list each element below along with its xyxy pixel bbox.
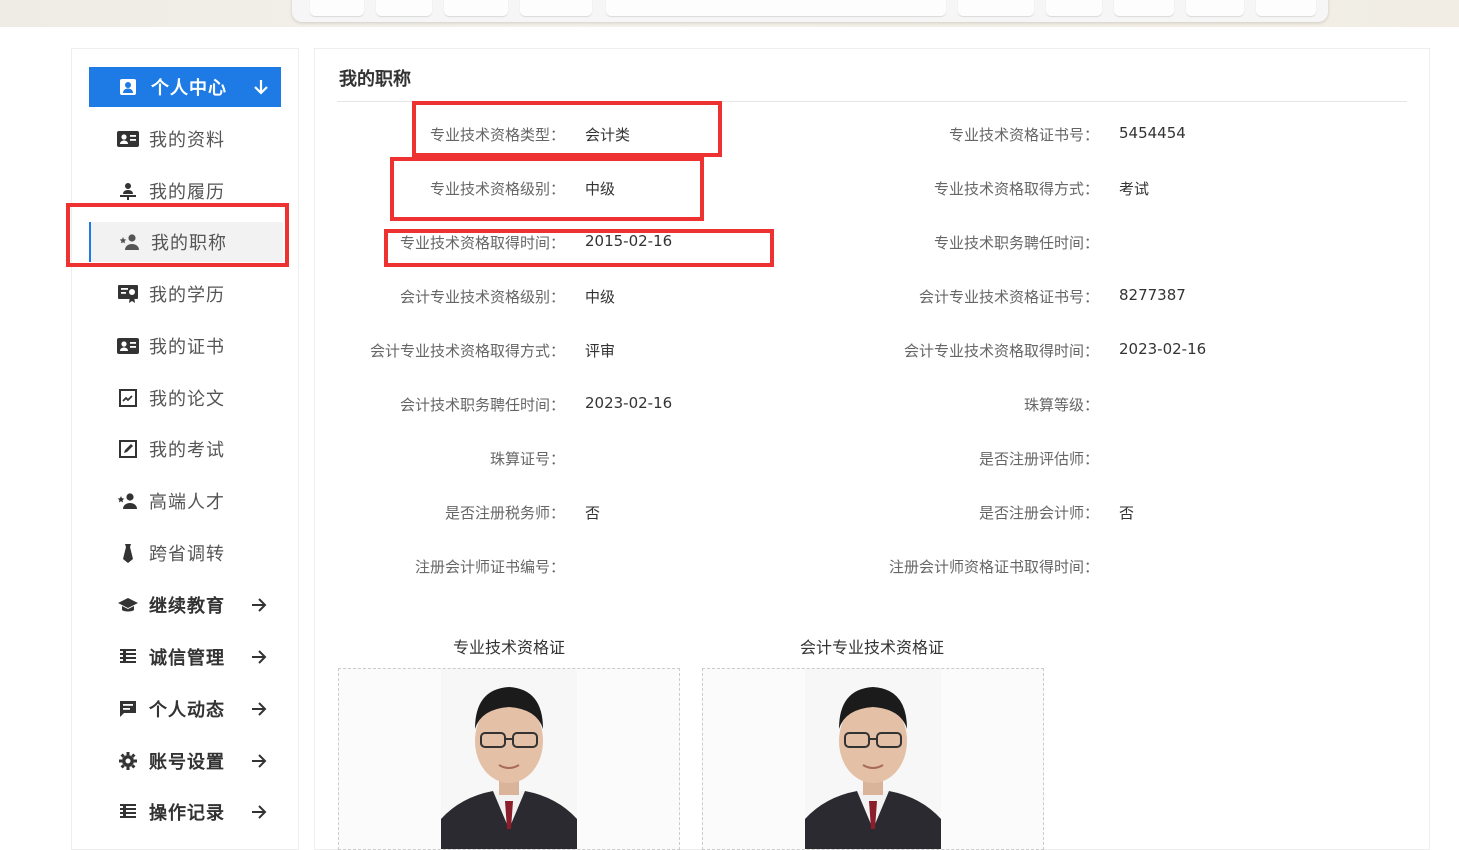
- field-value: 8277387: [1119, 286, 1186, 304]
- field-label: 注册会计师资格证书取得时间：: [888, 558, 1099, 576]
- certificate-title: 专业技术资格证: [452, 638, 565, 657]
- field-label: 珠算证号：: [489, 450, 565, 468]
- field-row: 珠算证号： 是否注册评估师：: [315, 448, 1429, 472]
- graduation-cap-icon: [117, 595, 139, 615]
- arrow-right-icon: [252, 754, 267, 768]
- field-label: 是否注册税务师：: [444, 504, 565, 522]
- certificate-title: 会计专业技术资格证: [799, 638, 944, 657]
- field-value: 2023-02-16: [585, 394, 673, 412]
- gear-icon: [117, 751, 139, 771]
- id-card-icon: [117, 336, 139, 356]
- field-label: 会计专业技术资格取得方式：: [369, 342, 565, 360]
- keyboard-image: [292, 0, 1328, 22]
- field-label: 会计技术职务聘任时间：: [399, 396, 565, 414]
- person-star-icon: [117, 491, 139, 511]
- field-value: 否: [585, 504, 601, 522]
- field-label: 会计专业技术资格级别：: [399, 288, 565, 306]
- field-value: 2023-02-16: [1119, 340, 1207, 358]
- field-label: 会计专业技术资格取得时间：: [903, 342, 1099, 360]
- edit-square-icon: [117, 439, 139, 459]
- field-value: 5454454: [1119, 124, 1186, 142]
- highlight-box: [412, 101, 722, 157]
- field-row: 会计专业技术资格级别： 中级 会计专业技术资格证书号： 8277387: [315, 286, 1429, 310]
- sidebar-item-my-profile[interactable]: 我的资料: [89, 119, 281, 159]
- document-chart-icon: [117, 388, 139, 408]
- sidebar-item-operation-log[interactable]: 操作记录: [89, 792, 281, 832]
- sidebar-item-label: 我的资料: [149, 130, 225, 151]
- person-podium-icon: [117, 181, 139, 201]
- field-row: 是否注册税务师： 否 是否注册会计师： 否: [315, 502, 1429, 526]
- sidebar-item-my-papers[interactable]: 我的论文: [89, 378, 281, 418]
- field-label: 注册会计师证书编号：: [414, 558, 565, 576]
- field-label: 是否注册评估师：: [978, 450, 1099, 468]
- field-row: 会计专业技术资格取得方式： 评审 会计专业技术资格取得时间： 2023-02-1…: [315, 340, 1429, 364]
- sidebar-item-label: 继续教育: [149, 596, 225, 617]
- sidebar-item-account-settings[interactable]: 账号设置: [89, 741, 281, 781]
- highlight-box: [390, 157, 704, 221]
- sidebar-item-label: 操作记录: [149, 803, 225, 824]
- list-icon: [117, 647, 139, 667]
- arrow-down-icon: [254, 80, 268, 95]
- sidebar-item-label: 个人动态: [149, 700, 225, 721]
- sidebar-item-my-education[interactable]: 我的学历: [89, 274, 281, 314]
- arrow-right-icon: [252, 598, 267, 612]
- field-value: 中级: [585, 288, 616, 306]
- highlight-box: [384, 229, 774, 267]
- sidebar-item-continuing-education[interactable]: 继续教育: [89, 585, 281, 625]
- sidebar-item-label: 我的证书: [149, 337, 225, 358]
- sidebar-header-personal-center[interactable]: 个人中心: [89, 67, 281, 107]
- field-value: 否: [1119, 504, 1135, 522]
- sidebar-item-label: 我的学历: [149, 285, 225, 306]
- arrow-right-icon: [252, 650, 267, 664]
- sidebar-item-label: 跨省调转: [149, 544, 225, 565]
- field-label: 专业技术职务聘任时间：: [933, 234, 1099, 252]
- sidebar-item-label: 我的考试: [149, 440, 225, 461]
- page-title: 我的职称: [339, 69, 411, 90]
- sidebar-item-integrity-management[interactable]: 诚信管理: [89, 637, 281, 677]
- sidebar-item-personal-updates[interactable]: 个人动态: [89, 689, 281, 729]
- field-row: 注册会计师证书编号： 注册会计师资格证书取得时间：: [315, 556, 1429, 580]
- sidebar-item-cross-province-transfer[interactable]: 跨省调转: [89, 533, 281, 573]
- sidebar-item-label: 账号设置: [149, 752, 225, 773]
- field-label: 专业技术资格证书号：: [948, 126, 1099, 144]
- field-value: 评审: [585, 342, 616, 360]
- field-label: 珠算等级：: [1023, 396, 1099, 414]
- field-label: 专业技术资格取得方式：: [933, 180, 1099, 198]
- certificate-image-box[interactable]: [702, 668, 1044, 850]
- certificate-icon: [117, 284, 139, 304]
- sidebar-item-label: 诚信管理: [149, 648, 225, 669]
- field-label: 会计专业技术资格证书号：: [918, 288, 1099, 306]
- sidebar-header-label: 个人中心: [151, 78, 227, 99]
- arrow-right-icon: [252, 702, 267, 716]
- top-banner: [0, 0, 1459, 27]
- field-value: 考试: [1119, 180, 1150, 198]
- tie-icon: [117, 543, 139, 563]
- sidebar-item-high-end-talent[interactable]: 高端人才: [89, 481, 281, 521]
- id-photo: [441, 669, 577, 849]
- sidebar-item-label: 我的履历: [149, 182, 225, 203]
- id-card-icon: [117, 129, 139, 149]
- message-icon: [117, 699, 139, 719]
- id-photo: [805, 669, 941, 849]
- field-row: 会计技术职务聘任时间： 2023-02-16 珠算等级：: [315, 394, 1429, 418]
- sidebar-item-my-exams[interactable]: 我的考试: [89, 429, 281, 469]
- certificate-image-box[interactable]: [338, 668, 680, 850]
- field-label: 是否注册会计师：: [978, 504, 1099, 522]
- list-icon: [117, 802, 139, 822]
- sidebar-item-my-certificates[interactable]: 我的证书: [89, 326, 281, 366]
- sidebar-item-label: 高端人才: [149, 492, 225, 513]
- sidebar-item-label: 我的论文: [149, 389, 225, 410]
- contact-card-icon: [120, 79, 136, 95]
- sidebar: 个人中心 我的资料 我的履历 我的职称 我的学历 我的证书 我的论文 我的考试 …: [71, 48, 299, 850]
- highlight-box: [66, 203, 289, 267]
- arrow-right-icon: [252, 805, 267, 819]
